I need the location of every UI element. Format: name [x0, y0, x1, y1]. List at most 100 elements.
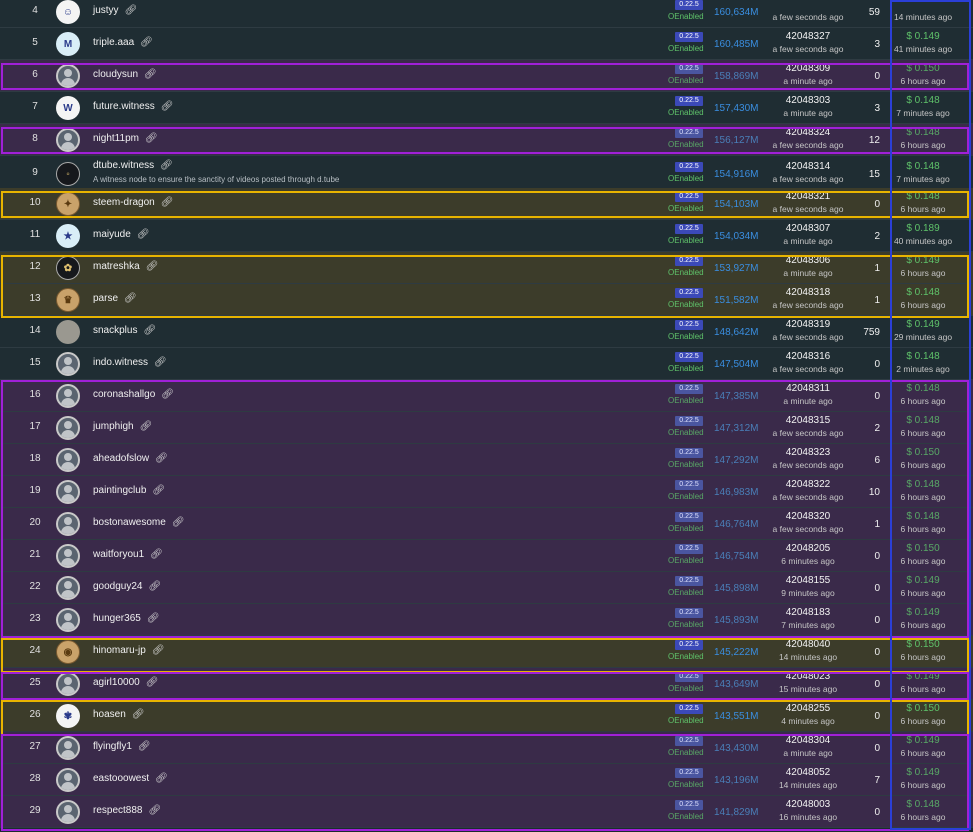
witness-name-label[interactable]: coronashallgo	[93, 389, 155, 400]
link-icon[interactable]: 🔗︎	[155, 453, 168, 464]
avatar[interactable]	[56, 512, 80, 536]
witness-name[interactable]: eastooowest 🔗︎	[93, 773, 168, 784]
link-icon[interactable]: 🔗︎	[132, 709, 145, 720]
witness-name[interactable]: paintingclub 🔗︎	[93, 485, 165, 496]
witness-name-label[interactable]: jumphigh	[93, 421, 134, 432]
link-icon[interactable]: 🔗︎	[146, 261, 159, 272]
avatar[interactable]	[56, 800, 80, 824]
avatar[interactable]: ✦	[56, 192, 80, 216]
witness-name-label[interactable]: cloudysun	[93, 69, 138, 80]
avatar[interactable]: ☺	[56, 0, 80, 24]
last-block[interactable]: 42048319	[768, 319, 848, 330]
avatar[interactable]: ✿	[56, 256, 80, 280]
witness-name-label[interactable]: hoasen	[93, 709, 126, 720]
link-icon[interactable]: 🔗︎	[152, 645, 165, 656]
link-icon[interactable]: 🔗︎	[150, 549, 163, 560]
witness-name[interactable]: future.witness 🔗︎	[93, 101, 173, 112]
last-block[interactable]: 42048324	[768, 127, 848, 138]
witness-name[interactable]: hunger365 🔗︎	[93, 613, 160, 624]
witness-name[interactable]: parse 🔗︎	[93, 293, 137, 304]
witness-name[interactable]: snackplus 🔗︎	[93, 325, 156, 336]
last-block[interactable]: 42048303	[768, 95, 848, 106]
link-icon[interactable]: 🔗︎	[172, 517, 185, 528]
last-block[interactable]: 42048003	[768, 799, 848, 810]
witness-name[interactable]: cloudysun 🔗︎	[93, 69, 157, 80]
witness-name-label[interactable]: dtube.witness	[93, 160, 154, 171]
link-icon[interactable]: 🔗︎	[143, 325, 156, 336]
last-block[interactable]: 42048316	[768, 351, 848, 362]
last-block[interactable]: 42048183	[768, 607, 848, 618]
avatar[interactable]	[56, 576, 80, 600]
witness-name[interactable]: goodguy24 🔗︎	[93, 581, 161, 592]
last-block[interactable]: 42048327	[768, 31, 848, 42]
witness-name-label[interactable]: aheadofslow	[93, 453, 149, 464]
link-icon[interactable]: 🔗︎	[144, 69, 157, 80]
link-icon[interactable]: 🔗︎	[140, 37, 153, 48]
avatar[interactable]	[56, 480, 80, 504]
witness-name[interactable]: waitforyou1 🔗︎	[93, 549, 163, 560]
witness-name[interactable]: steem-dragon 🔗︎	[93, 197, 173, 208]
link-icon[interactable]: 🔗︎	[160, 160, 173, 171]
link-icon[interactable]: 🔗︎	[125, 5, 138, 16]
witness-name-label[interactable]: night11pm	[93, 133, 139, 144]
avatar[interactable]	[56, 128, 80, 152]
avatar[interactable]	[56, 768, 80, 792]
avatar[interactable]	[56, 736, 80, 760]
witness-name[interactable]: jumphigh 🔗︎	[93, 421, 152, 432]
avatar[interactable]	[56, 64, 80, 88]
avatar[interactable]	[56, 320, 80, 344]
last-block[interactable]: 42048322	[768, 479, 848, 490]
link-icon[interactable]: 🔗︎	[155, 773, 168, 784]
link-icon[interactable]: 🔗︎	[124, 293, 137, 304]
link-icon[interactable]: 🔗︎	[161, 197, 174, 208]
last-block[interactable]: 42048155	[768, 575, 848, 586]
witness-name[interactable]: bostonawesome 🔗︎	[93, 517, 185, 528]
witness-name-label[interactable]: waitforyou1	[93, 549, 144, 560]
last-block[interactable]: 42048040	[768, 639, 848, 650]
avatar[interactable]	[56, 416, 80, 440]
witness-name[interactable]: coronashallgo 🔗︎	[93, 389, 174, 400]
avatar[interactable]	[56, 608, 80, 632]
witness-name[interactable]: agirl10000 🔗︎	[93, 677, 158, 688]
last-block[interactable]: 42048315	[768, 415, 848, 426]
last-block[interactable]: 42048318	[768, 287, 848, 298]
avatar[interactable]: ★	[56, 224, 80, 248]
witness-name-label[interactable]: justyy	[93, 5, 119, 16]
witness-name-label[interactable]: steem-dragon	[93, 197, 155, 208]
avatar[interactable]: ◉	[56, 640, 80, 664]
witness-name[interactable]: indo.witness 🔗︎	[93, 357, 167, 368]
witness-name[interactable]: justyy 🔗︎	[93, 5, 137, 16]
witness-name[interactable]: triple.aaa 🔗︎	[93, 37, 153, 48]
witness-name[interactable]: aheadofslow 🔗︎	[93, 453, 168, 464]
link-icon[interactable]: 🔗︎	[138, 741, 151, 752]
witness-name-label[interactable]: paintingclub	[93, 485, 146, 496]
last-block[interactable]: 42048304	[768, 735, 848, 746]
link-icon[interactable]: 🔗︎	[154, 357, 167, 368]
avatar[interactable]	[56, 352, 80, 376]
avatar[interactable]: ♛	[56, 288, 80, 312]
last-block[interactable]: 42048052	[768, 767, 848, 778]
last-block[interactable]: 42048320	[768, 511, 848, 522]
link-icon[interactable]: 🔗︎	[140, 421, 153, 432]
witness-name[interactable]: flyingfly1 🔗︎	[93, 741, 151, 752]
witness-name-label[interactable]: goodguy24	[93, 581, 143, 592]
link-icon[interactable]: 🔗︎	[161, 389, 174, 400]
witness-name-label[interactable]: respect888	[93, 805, 142, 816]
witness-name[interactable]: maiyude 🔗︎	[93, 229, 150, 240]
last-block[interactable]: 42048306	[768, 255, 848, 266]
witness-name-label[interactable]: bostonawesome	[93, 517, 166, 528]
witness-name-label[interactable]: triple.aaa	[93, 37, 134, 48]
witness-name-label[interactable]: snackplus	[93, 325, 137, 336]
last-block[interactable]: 42048321	[768, 191, 848, 202]
witness-name-label[interactable]: hunger365	[93, 613, 141, 624]
link-icon[interactable]: 🔗︎	[137, 229, 150, 240]
witness-name[interactable]: hinomaru-jp 🔗︎	[93, 645, 165, 656]
last-block[interactable]: 42048311	[768, 383, 848, 394]
witness-name-label[interactable]: future.witness	[93, 101, 155, 112]
link-icon[interactable]: 🔗︎	[146, 677, 159, 688]
avatar[interactable]	[56, 448, 80, 472]
witness-name-label[interactable]: parse	[93, 293, 118, 304]
witness-name-label[interactable]: maiyude	[93, 229, 131, 240]
avatar[interactable]: M	[56, 32, 80, 56]
link-icon[interactable]: 🔗︎	[148, 805, 161, 816]
